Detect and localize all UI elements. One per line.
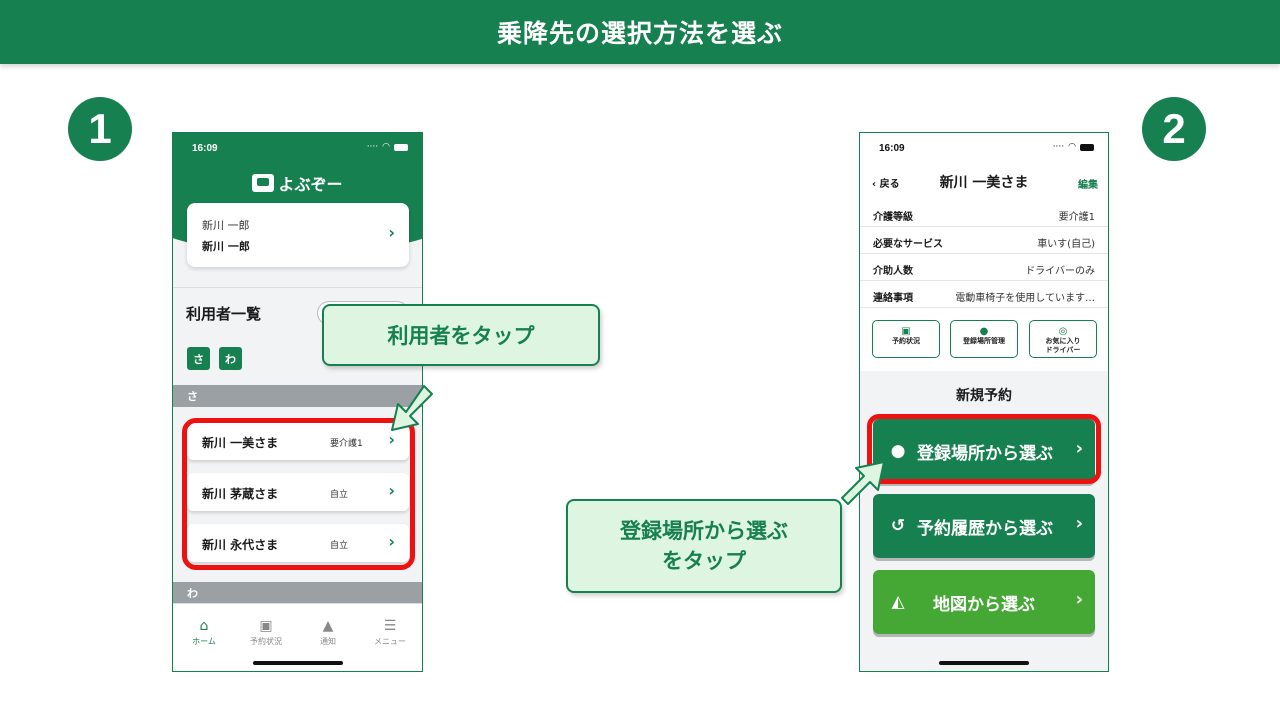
app-logo: よぶぞー <box>173 171 422 195</box>
history-icon: ↺ <box>890 516 906 536</box>
menu-icon: ☰ <box>383 618 397 634</box>
home-icon: ⌂ <box>199 618 209 634</box>
car-icon: ▣ <box>901 326 911 337</box>
edit-button[interactable]: 編集 <box>1078 176 1098 191</box>
callout-tap-user: 利用者をタップ <box>322 304 600 366</box>
status-time: 16:09 <box>879 143 905 154</box>
select-from-history-button[interactable]: ↺ 予約履歴から選ぶ › <box>873 494 1095 558</box>
new-reservation-title: 新規予約 <box>956 388 1012 404</box>
tab-home[interactable]: ⌂ ホーム <box>174 618 234 647</box>
signal-icon: ···· <box>1052 142 1065 152</box>
step-1-badge: 1 <box>68 97 132 161</box>
reservation-status-button[interactable]: ▣ 予約状況 <box>872 320 940 358</box>
arrow-pointer-icon <box>841 461 885 505</box>
user-list-title: 利用者一覧 <box>186 305 262 323</box>
chevron-right-icon: › <box>1075 513 1083 534</box>
favorite-driver-button[interactable]: ◎ お気に入り ドライバー <box>1029 320 1097 358</box>
info-row: 介護等級 要介護1 <box>860 200 1108 227</box>
tab-menu[interactable]: ☰ メニュー <box>360 618 420 647</box>
car-icon: ▣ <box>259 618 273 634</box>
wifi-icon: ◠ <box>382 142 390 152</box>
steering-wheel-icon: ◎ <box>1058 326 1068 337</box>
callout-tap-saved-places: 登録場所から選ぶ をタップ <box>566 499 842 593</box>
chevron-right-icon: › <box>1075 589 1083 610</box>
battery-icon <box>394 143 408 151</box>
bottom-tab-bar: ⌂ ホーム ▣ 予約状況 ▲ 通知 ☰ メニュー <box>173 603 422 671</box>
account-card[interactable]: 新川 一郎 新川 一郎 › <box>187 203 409 267</box>
bell-icon: ▲ <box>322 618 334 634</box>
select-from-map-button[interactable]: ◭ 地図から選ぶ › <box>873 570 1095 634</box>
slide-title: 乗降先の選択方法を選ぶ <box>0 0 1280 64</box>
pin-icon: ● <box>979 326 989 337</box>
kana-filter-wa[interactable]: わ <box>219 347 242 370</box>
info-row: 必要なサービス 車いす(自己) <box>860 227 1108 254</box>
kana-filter-sa[interactable]: さ <box>187 347 210 370</box>
battery-icon <box>1080 143 1094 151</box>
status-time: 16:09 <box>192 143 218 154</box>
highlight-user-list <box>182 418 415 570</box>
step-2-badge: 2 <box>1142 97 1206 161</box>
wifi-icon: ◠ <box>1068 142 1076 152</box>
chevron-right-icon: › <box>388 223 395 242</box>
page-title: 新川 一美さま <box>939 175 1029 191</box>
home-indicator <box>252 661 343 665</box>
status-icons: ···· ◠ <box>1053 142 1094 152</box>
account-name: 新川 一郎 <box>202 240 250 253</box>
account-name-sub: 新川 一郎 <box>202 219 250 232</box>
info-row: 介助人数 ドライバーのみ <box>860 254 1108 281</box>
phone-screen-user-detail: 16:09 ···· ◠ ‹ 戻る 新川 一美さま 編集 介護等級 要介護1 必… <box>859 132 1109 672</box>
home-indicator <box>939 661 1029 665</box>
signal-icon: ···· <box>366 142 379 152</box>
tab-reservation-status[interactable]: ▣ 予約状況 <box>236 618 296 647</box>
logo-car-icon <box>252 174 275 192</box>
status-icons: ···· ◠ <box>367 142 408 152</box>
highlight-saved-places-button <box>867 414 1101 484</box>
info-row: 連絡事項 電動車椅子を使用しています… <box>860 281 1108 308</box>
tab-notifications[interactable]: ▲ 通知 <box>298 618 358 647</box>
saved-places-button[interactable]: ● 登録場所管理 <box>950 320 1018 358</box>
section-header-wa: わ <box>173 582 422 604</box>
map-icon: ◭ <box>891 592 905 612</box>
arrow-pointer-icon <box>391 385 433 431</box>
